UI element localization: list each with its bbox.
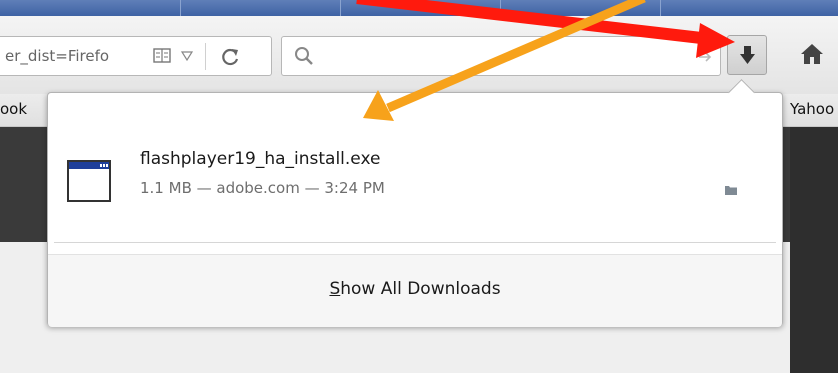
open-folder-icon[interactable]: [724, 184, 738, 196]
tab-separator: [500, 0, 501, 16]
reload-icon[interactable]: [221, 47, 241, 67]
navigation-toolbar: er_dist=Firefo: [0, 16, 838, 95]
panel-divider: [54, 242, 776, 243]
tab-separator: [660, 0, 661, 16]
history-dropmarker-icon[interactable]: [181, 51, 193, 61]
access-key-letter: S: [329, 279, 341, 299]
download-file-name: flashplayer19_ha_install.exe: [140, 149, 381, 169]
download-file-details: 1.1 MB — adobe.com — 3:24 PM: [140, 179, 385, 197]
reading-list-icon[interactable]: [153, 48, 171, 63]
search-icon[interactable]: [294, 46, 314, 66]
executable-file-icon: [67, 160, 111, 202]
tab-separator: [340, 0, 341, 16]
download-arrow-icon: [740, 46, 755, 64]
home-icon[interactable]: [800, 43, 824, 65]
downloads-panel: flashplayer19_ha_install.exe 1.1 MB — ad…: [47, 79, 783, 327]
url-bar-separator: [205, 43, 206, 70]
search-go-icon[interactable]: [698, 51, 712, 63]
tab-separator: [180, 0, 181, 16]
downloads-button[interactable]: [727, 35, 767, 75]
url-text[interactable]: er_dist=Firefo: [5, 47, 109, 65]
url-bar[interactable]: er_dist=Firefo: [0, 36, 272, 76]
tab-strip: [0, 0, 838, 16]
bookmark-item[interactable]: Yahoo: [790, 100, 834, 118]
show-all-downloads-label: how All Downloads: [340, 279, 501, 299]
downloads-panel-footer: Show All Downloads: [48, 254, 782, 327]
search-bar[interactable]: [281, 36, 721, 76]
download-item[interactable]: flashplayer19_ha_install.exe 1.1 MB — ad…: [48, 123, 782, 213]
page-right-strip: [790, 127, 838, 373]
show-all-downloads-button[interactable]: Show All Downloads: [48, 279, 782, 299]
bookmark-item[interactable]: ook: [0, 100, 27, 118]
